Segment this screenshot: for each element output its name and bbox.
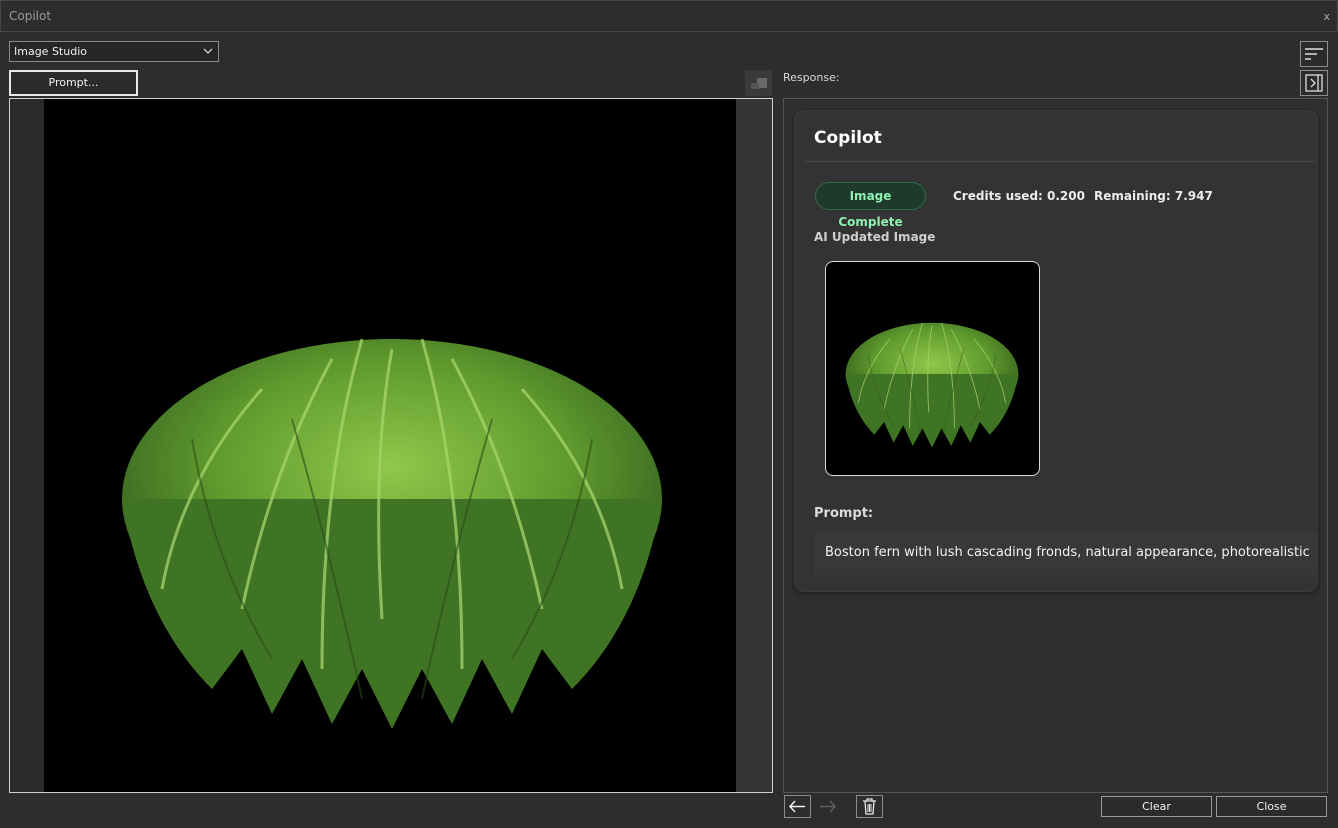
prompt-text: Boston fern with lush cascading fronds, … — [814, 531, 1317, 575]
prompt-label: Prompt: — [814, 506, 874, 521]
canvas-margin-right — [736, 99, 772, 792]
close-button[interactable]: Close — [1216, 796, 1327, 817]
result-thumbnail[interactable] — [825, 261, 1040, 476]
mode-select[interactable]: Image Studio — [9, 41, 219, 62]
canvas-margin-left — [10, 99, 44, 792]
clear-button[interactable]: Clear — [1101, 796, 1212, 817]
forward-button[interactable] — [815, 795, 842, 818]
image-canvas[interactable] — [9, 98, 773, 793]
title-bar: Copilot x — [0, 0, 1338, 32]
prompt-button[interactable]: Prompt... — [9, 70, 138, 96]
arrow-left-icon — [788, 800, 805, 813]
credits-remaining: Remaining: 7.947 — [1094, 189, 1213, 203]
response-card: Copilot Image Complete Credits used: 0.2… — [794, 110, 1318, 592]
chevron-down-icon — [203, 48, 213, 54]
back-button[interactable] — [784, 795, 811, 818]
mode-select-value: Image Studio — [14, 45, 87, 58]
sort-button[interactable] — [1300, 41, 1328, 67]
card-title: Copilot — [814, 128, 882, 148]
sort-lines-icon — [1305, 48, 1323, 60]
generated-image — [44, 99, 736, 792]
credits-used: Credits used: 0.200 — [953, 189, 1085, 203]
response-panel: Copilot Image Complete Credits used: 0.2… — [783, 98, 1328, 793]
window-title: Copilot — [9, 9, 52, 23]
collapse-panel-button[interactable] — [1300, 70, 1328, 96]
status-badge: Image Complete — [815, 182, 926, 229]
arrow-right-icon — [820, 800, 837, 813]
trash-icon — [863, 798, 876, 815]
divider — [805, 161, 1315, 162]
collapse-panel-icon — [1305, 74, 1323, 92]
delete-button[interactable] — [856, 795, 883, 818]
image-section-label: AI Updated Image — [814, 230, 936, 244]
image-tool-icon[interactable] — [745, 70, 772, 96]
window-close-button[interactable]: x — [1323, 10, 1330, 23]
response-label: Response: — [783, 71, 840, 84]
